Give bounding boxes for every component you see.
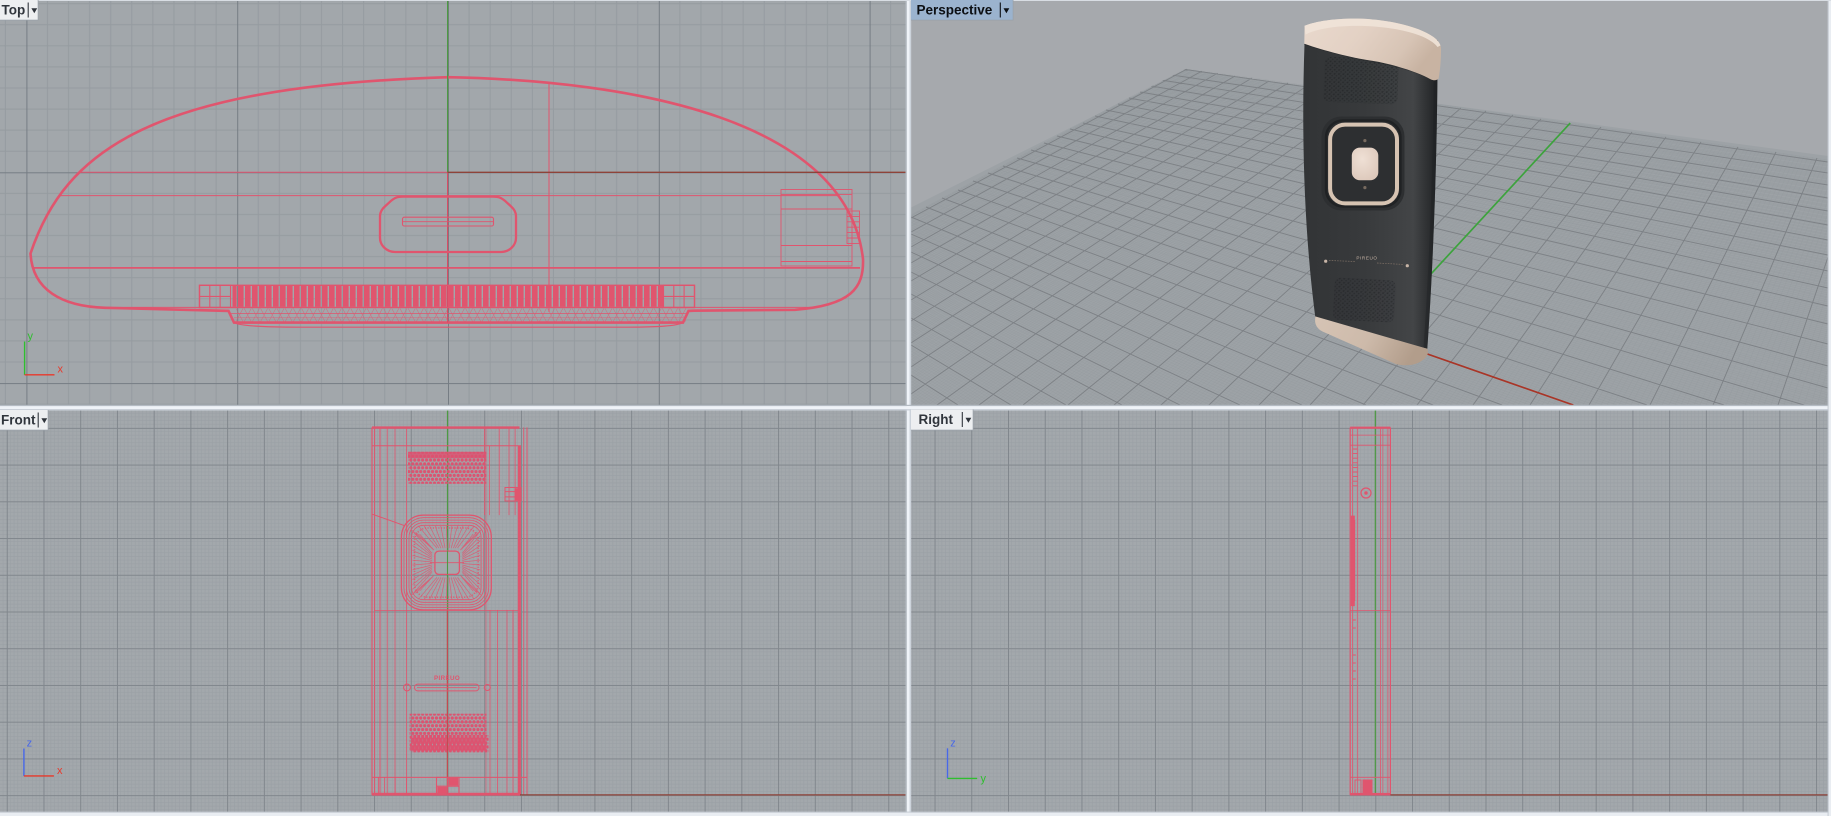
svg-text:Perspective: Perspective — [917, 3, 993, 18]
svg-text:Right: Right — [919, 412, 954, 427]
svg-text:PIREUO: PIREUO — [434, 675, 460, 682]
svg-text:y: y — [981, 773, 987, 785]
svg-text:x: x — [57, 765, 63, 777]
svg-text:y: y — [28, 331, 34, 343]
svg-text:z: z — [950, 737, 956, 749]
svg-text:x: x — [58, 364, 64, 376]
svg-text:Top: Top — [2, 3, 26, 18]
svg-text:Front: Front — [1, 413, 36, 428]
svg-text:PIREUO: PIREUO — [1356, 256, 1377, 261]
svg-text:z: z — [27, 738, 32, 750]
